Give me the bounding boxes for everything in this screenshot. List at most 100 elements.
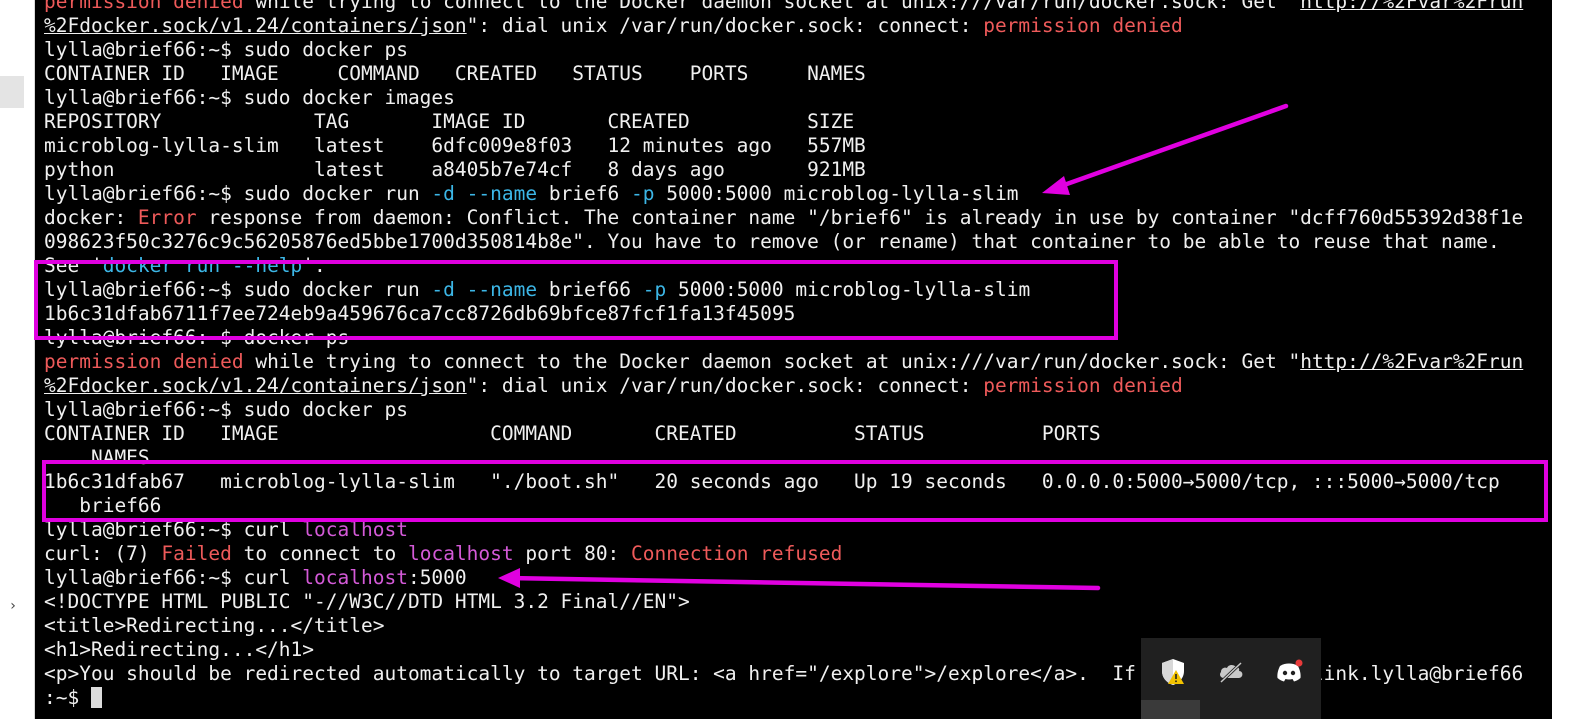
terminal-text-segment: 5000:5000 microblog-lylla-slim: [666, 278, 1031, 301]
scrollbar-thumb[interactable]: [1556, 0, 1567, 719]
terminal-line: docker: Error response from daemon: Conf…: [44, 206, 1552, 230]
terminal-text-segment: while trying to connect to the Docker da…: [243, 350, 1301, 373]
terminal-text-segment: lylla@brief66:~$ sudo docker run: [44, 278, 432, 301]
terminal-text-segment: brief66: [537, 278, 643, 301]
terminal-text-segment: lylla@brief66:~$ curl: [44, 518, 303, 541]
terminal-line: See 'docker run --help'.: [44, 254, 1552, 278]
terminal-line: permission denied while trying to connec…: [44, 0, 1552, 14]
terminal-line: brief66: [44, 494, 1552, 518]
terminal-line: <p>You should be redirected automaticall…: [44, 662, 1552, 686]
terminal-text-segment: 1b6c31dfab6711f7ee724eb9a459676ca7cc8726…: [44, 302, 796, 325]
terminal-line: lylla@brief66:~$ curl localhost:5000: [44, 566, 1552, 590]
terminal-text-segment: docker:: [44, 206, 138, 229]
terminal-line: python latest a8405b7e74cf 8 days ago 92…: [44, 158, 1552, 182]
terminal-text-segment: microblog-lylla-slim latest 6dfc009e8f03…: [44, 134, 866, 157]
terminal-text-segment: -p: [631, 182, 655, 205]
terminal-text-segment: permission denied: [44, 0, 244, 13]
terminal-line: permission denied while trying to connec…: [44, 350, 1552, 374]
terminal-text-segment: REPOSITORY TAG IMAGE ID CREATED SIZE: [44, 110, 855, 133]
side-panel: ›: [0, 0, 35, 719]
terminal-text-segment: ": dial unix /var/run/docker.sock: conne…: [466, 14, 984, 37]
terminal-line: %2Fdocker.sock/v1.24/containers/json": d…: [44, 14, 1552, 38]
terminal-text-segment: Error: [137, 206, 197, 229]
terminal-text-segment: <title>Redirecting...</title>: [44, 614, 385, 637]
terminal-line: %2Fdocker.sock/v1.24/containers/json": d…: [44, 374, 1552, 398]
terminal-line: <title>Redirecting...</title>: [44, 614, 1552, 638]
terminal-text-segment: docker run --help: [102, 254, 303, 277]
shield-warning-icon[interactable]: [1157, 656, 1189, 688]
terminal-line: 1b6c31dfab6711f7ee724eb9a459676ca7cc8726…: [44, 302, 1552, 326]
terminal-text-segment: 5000:5000 microblog-lylla-slim: [654, 182, 1019, 205]
terminal-line: REPOSITORY TAG IMAGE ID CREATED SIZE: [44, 110, 1552, 134]
terminal-line: CONTAINER ID IMAGE COMMAND CREATED STATU…: [44, 422, 1552, 446]
terminal-text-segment: ": dial unix /var/run/docker.sock: conne…: [466, 374, 984, 397]
terminal-text-segment: CONTAINER ID IMAGE COMMAND CREATED STATU…: [44, 62, 866, 85]
terminal-text-segment: brief6: [537, 182, 632, 205]
terminal-text-segment: response from daemon: Conflict. The cont…: [196, 206, 1524, 229]
terminal-line: CONTAINER ID IMAGE COMMAND CREATED STATU…: [44, 62, 1552, 86]
terminal-text-segment: NAMES: [44, 446, 150, 469]
terminal-text-segment: localhost: [302, 518, 408, 541]
terminal-text-segment: lylla@brief66:~$ docker ps: [44, 326, 350, 349]
expand-chevron-icon[interactable]: ›: [4, 596, 22, 616]
terminal-text-segment: %2Fdocker.sock/v1.24/containers/json: [44, 374, 467, 397]
terminal-text-segment: :5000: [407, 566, 467, 589]
terminal-text-segment: while trying to connect to the Docker da…: [243, 0, 1301, 13]
terminal-line: 1b6c31dfab67 microblog-lylla-slim "./boo…: [44, 470, 1552, 494]
terminal-line: curl: (7) Failed to connect to localhost…: [44, 542, 1552, 566]
terminal-text-segment: to connect to: [231, 542, 408, 565]
terminal-output: permission denied while trying to connec…: [44, 0, 1552, 710]
terminal-text-segment: Failed: [161, 542, 232, 565]
terminal-text-segment: See ': [44, 254, 103, 277]
terminal-line: 098623f50c3276c9c56205876ed5bbe1700d3508…: [44, 230, 1552, 254]
terminal-text-segment: %2Fdocker.sock/v1.24/containers/json: [44, 14, 467, 37]
terminal-text-segment: :~$: [44, 686, 91, 709]
terminal-text-segment: lylla@brief66:~$ sudo docker ps: [44, 38, 408, 61]
terminal-text-segment: -d --name: [431, 278, 538, 301]
terminal-text-segment: permission denied: [983, 374, 1183, 397]
terminal-text-segment: python latest a8405b7e74cf 8 days ago 92…: [44, 158, 866, 181]
terminal-text-segment: lylla@brief66:~$ sudo docker ps: [44, 398, 408, 421]
terminal-line: lylla@brief66:~$ docker ps: [44, 326, 1552, 350]
terminal-cursor: [90, 687, 102, 708]
terminal-text-segment: localhost: [407, 542, 514, 565]
terminal-text-segment: permission denied: [44, 350, 244, 373]
terminal-text-segment: '.: [302, 254, 326, 277]
discord-icon[interactable]: [1273, 656, 1305, 688]
terminal-text-segment: localhost: [302, 566, 408, 589]
terminal-text-segment: <h1>Redirecting...</h1>: [44, 638, 315, 661]
terminal-text-segment: brief66: [44, 494, 162, 517]
terminal-text-segment: lylla@brief66:~$ sudo docker images: [44, 86, 455, 109]
terminal-text-segment: -p: [642, 278, 667, 301]
terminal-text-segment: lylla@brief66:~$ curl: [44, 566, 303, 589]
terminal-text-segment: 098623f50c3276c9c56205876ed5bbe1700d3508…: [44, 230, 1500, 253]
terminal-text-segment: CONTAINER ID IMAGE COMMAND CREATED STATU…: [44, 422, 1101, 445]
screenshot-root: › permission denied while trying to conn…: [0, 0, 1571, 719]
terminal-line: <h1>Redirecting...</h1>: [44, 638, 1552, 662]
terminal-line: NAMES: [44, 446, 1552, 470]
terminal-line: microblog-lylla-slim latest 6dfc009e8f03…: [44, 134, 1552, 158]
side-panel-tab[interactable]: [0, 76, 24, 108]
terminal-text-segment: <!DOCTYPE HTML PUBLIC "-//W3C//DTD HTML …: [44, 590, 690, 613]
tray-hover-tile[interactable]: [1141, 700, 1200, 719]
terminal-window[interactable]: permission denied while trying to connec…: [35, 0, 1552, 719]
terminal-line: lylla@brief66:~$ sudo docker images: [44, 86, 1552, 110]
terminal-line: :~$: [44, 686, 1552, 710]
terminal-text-segment: port 80:: [513, 542, 632, 565]
terminal-text-segment: lylla@brief66:~$ sudo docker run: [44, 182, 432, 205]
terminal-line: lylla@brief66:~$ sudo docker run -d --na…: [44, 182, 1552, 206]
terminal-line: lylla@brief66:~$ curl localhost: [44, 518, 1552, 542]
terminal-text-segment: curl: (7): [44, 542, 162, 565]
terminal-line: lylla@brief66:~$ sudo docker run -d --na…: [44, 278, 1552, 302]
cloud-offline-icon[interactable]: [1215, 656, 1247, 688]
terminal-line: <!DOCTYPE HTML PUBLIC "-//W3C//DTD HTML …: [44, 590, 1552, 614]
terminal-text-segment: permission denied: [983, 14, 1183, 37]
terminal-text-segment: http://%2Fvar%2Frun: [1300, 0, 1524, 13]
terminal-scrollbar[interactable]: [1552, 0, 1571, 719]
terminal-text-segment: 1b6c31dfab67 microblog-lylla-slim "./boo…: [44, 470, 1500, 493]
terminal-text-segment: http://%2Fvar%2Frun: [1300, 350, 1524, 373]
terminal-line: lylla@brief66:~$ sudo docker ps: [44, 398, 1552, 422]
terminal-line: lylla@brief66:~$ sudo docker ps: [44, 38, 1552, 62]
terminal-text-segment: -d --name: [431, 182, 538, 205]
terminal-text-segment: Connection refused: [631, 542, 843, 565]
